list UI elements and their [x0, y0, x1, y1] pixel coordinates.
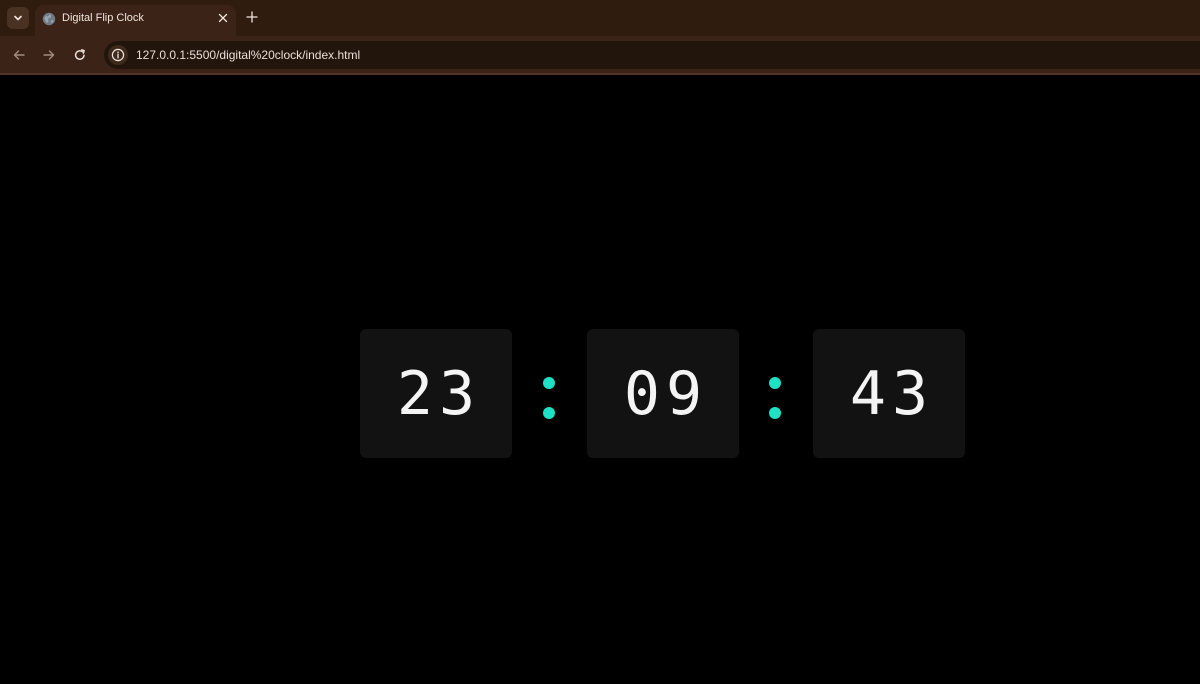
site-info-button[interactable] — [108, 45, 128, 65]
minutes-value: 09 — [623, 358, 709, 429]
seconds-value: 43 — [849, 358, 935, 429]
url-text[interactable]: 127.0.0.1:5500/digital%20clock/index.htm… — [136, 48, 360, 62]
close-icon — [218, 13, 228, 23]
info-icon — [111, 48, 125, 62]
arrow-left-icon — [13, 50, 25, 60]
separator-dot — [543, 407, 555, 419]
separator-dot — [543, 377, 555, 389]
tab-search-button[interactable] — [7, 7, 29, 29]
separator-minutes-seconds — [769, 377, 781, 419]
tab-digital-flip-clock[interactable]: Digital Flip Clock — [35, 5, 236, 36]
chevron-down-icon — [14, 15, 22, 21]
separator-dot — [769, 377, 781, 389]
reload-button[interactable] — [70, 45, 90, 65]
browser-toolbar: 127.0.0.1:5500/digital%20clock/index.htm… — [0, 36, 1200, 73]
new-tab-button[interactable] — [244, 9, 260, 25]
tab-strip: Digital Flip Clock — [0, 0, 1200, 36]
tab-title: Digital Flip Clock — [62, 12, 144, 24]
hours-value: 23 — [396, 358, 482, 429]
globe-icon — [42, 12, 56, 26]
address-bar[interactable]: 127.0.0.1:5500/digital%20clock/index.htm… — [104, 41, 1200, 69]
back-button[interactable] — [9, 45, 29, 65]
separator-hours-minutes — [543, 377, 555, 419]
minutes-card: 09 — [587, 329, 739, 458]
forward-button[interactable] — [39, 45, 59, 65]
hours-card: 23 — [360, 329, 512, 458]
reload-icon — [74, 49, 85, 60]
seconds-card: 43 — [813, 329, 965, 458]
tab-close-button[interactable] — [215, 10, 231, 26]
page-viewport: 23 09 43 — [0, 75, 1200, 684]
arrow-right-icon — [43, 50, 55, 60]
separator-dot — [769, 407, 781, 419]
plus-icon — [246, 11, 258, 23]
flip-clock: 23 09 43 — [360, 329, 965, 458]
